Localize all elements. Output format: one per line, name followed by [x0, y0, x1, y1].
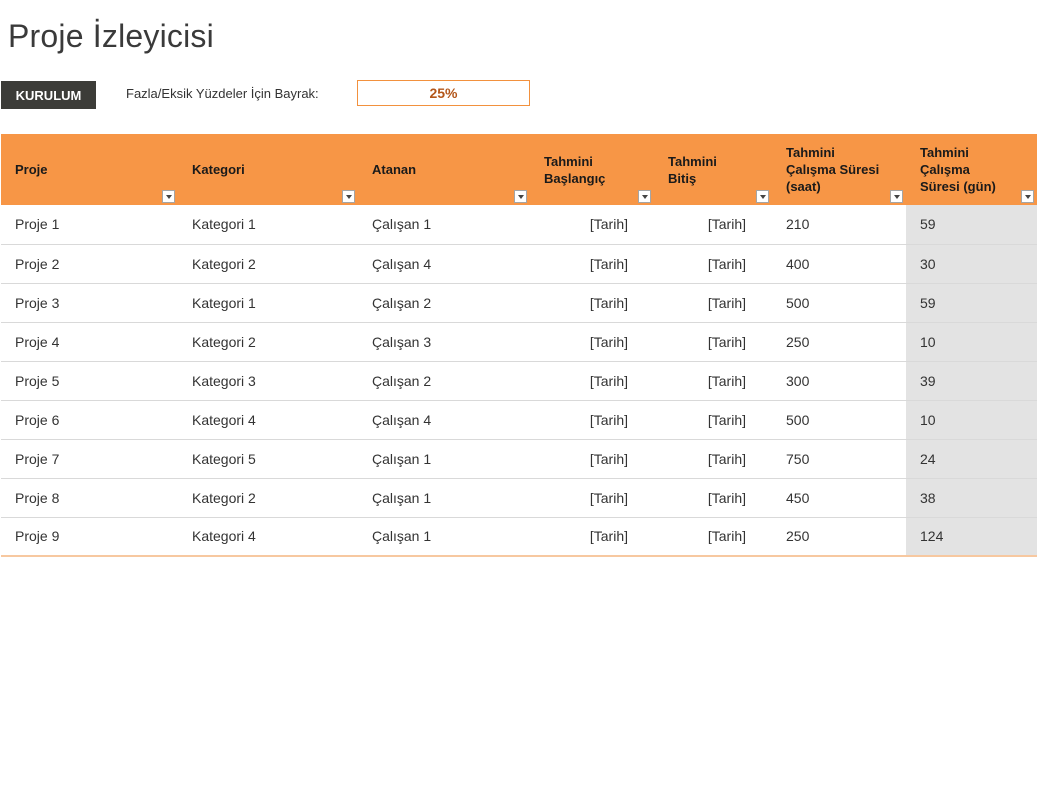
est-hours-cell[interactable]: 300	[772, 361, 906, 401]
assignee-cell[interactable]: Çalışan 1	[358, 205, 530, 245]
est-start-cell[interactable]: [Tarih]	[530, 361, 654, 401]
flag-label: Fazla/Eksik Yüzdeler İçin Bayrak:	[126, 86, 319, 101]
est-end-cell[interactable]: [Tarih]	[654, 361, 772, 401]
column-header-category: Kategori	[178, 134, 358, 205]
table-row: Proje 6 Kategori 4 Çalışan 4 [Tarih] [Tarih]…	[1, 400, 1037, 440]
table-row: Proje 4 Kategori 2 Çalışan 3 [Tarih] [Tarih]…	[1, 322, 1037, 362]
filter-dropdown-icon[interactable]	[162, 190, 175, 203]
est-days-cell[interactable]: 30	[906, 244, 1037, 284]
project-cell[interactable]: Proje 8	[1, 478, 178, 518]
table-row: Proje 1 Kategori 1 Çalışan 1 [Tarih] [Tarih]…	[1, 205, 1037, 245]
setup-button[interactable]: KURULUM	[1, 81, 96, 109]
est-end-cell[interactable]: [Tarih]	[654, 439, 772, 479]
filter-dropdown-icon[interactable]	[1021, 190, 1034, 203]
est-end-cell[interactable]: [Tarih]	[654, 244, 772, 284]
filter-dropdown-icon[interactable]	[514, 190, 527, 203]
est-hours-cell[interactable]: 250	[772, 322, 906, 362]
est-start-cell[interactable]: [Tarih]	[530, 205, 654, 245]
project-cell[interactable]: Proje 6	[1, 400, 178, 440]
category-cell[interactable]: Kategori 2	[178, 244, 358, 284]
project-cell[interactable]: Proje 5	[1, 361, 178, 401]
est-start-cell[interactable]: [Tarih]	[530, 478, 654, 518]
table-row: Proje 9 Kategori 4 Çalışan 1 [Tarih] [Tarih]…	[1, 517, 1037, 557]
column-header-est-hours: Tahmini Çalışma Süresi (saat)	[772, 134, 906, 205]
column-header-assignee: Atanan	[358, 134, 530, 205]
project-cell[interactable]: Proje 7	[1, 439, 178, 479]
assignee-cell[interactable]: Çalışan 2	[358, 283, 530, 323]
project-cell[interactable]: Proje 4	[1, 322, 178, 362]
est-hours-cell[interactable]: 500	[772, 283, 906, 323]
category-cell[interactable]: Kategori 5	[178, 439, 358, 479]
est-start-cell[interactable]: [Tarih]	[530, 322, 654, 362]
page-title: Proje İzleyicisi	[8, 18, 214, 54]
est-days-cell[interactable]: 38	[906, 478, 1037, 518]
filter-dropdown-icon[interactable]	[342, 190, 355, 203]
est-end-cell[interactable]: [Tarih]	[654, 478, 772, 518]
project-cell[interactable]: Proje 3	[1, 283, 178, 323]
column-header-est-start: Tahmini Başlangıç	[530, 134, 654, 205]
est-hours-cell[interactable]: 450	[772, 478, 906, 518]
assignee-cell[interactable]: Çalışan 1	[358, 478, 530, 518]
est-days-cell[interactable]: 10	[906, 322, 1037, 362]
project-table: Proje Kategori Atanan Tahmini Başlangıç …	[1, 134, 1037, 557]
est-end-cell[interactable]: [Tarih]	[654, 322, 772, 362]
est-days-cell[interactable]: 24	[906, 439, 1037, 479]
table-row: Proje 3 Kategori 1 Çalışan 2 [Tarih] [Tarih]…	[1, 283, 1037, 323]
filter-dropdown-icon[interactable]	[756, 190, 769, 203]
est-days-cell[interactable]: 59	[906, 205, 1037, 245]
assignee-cell[interactable]: Çalışan 4	[358, 244, 530, 284]
flag-percentage-input[interactable]	[357, 80, 530, 106]
category-cell[interactable]: Kategori 2	[178, 322, 358, 362]
est-start-cell[interactable]: [Tarih]	[530, 400, 654, 440]
assignee-cell[interactable]: Çalışan 4	[358, 400, 530, 440]
est-hours-cell[interactable]: 500	[772, 400, 906, 440]
assignee-cell[interactable]: Çalışan 1	[358, 439, 530, 479]
column-header-est-days: Tahmini Çalışma Süresi (gün)	[906, 134, 1037, 205]
project-cell[interactable]: Proje 2	[1, 244, 178, 284]
est-days-cell[interactable]: 39	[906, 361, 1037, 401]
column-header-est-end: Tahmini Bitiş	[654, 134, 772, 205]
category-cell[interactable]: Kategori 1	[178, 205, 358, 245]
est-start-cell[interactable]: [Tarih]	[530, 244, 654, 284]
project-cell[interactable]: Proje 1	[1, 205, 178, 245]
est-end-cell[interactable]: [Tarih]	[654, 283, 772, 323]
table-body: Proje 1 Kategori 1 Çalışan 1 [Tarih] [Tarih]…	[1, 205, 1037, 557]
filter-dropdown-icon[interactable]	[890, 190, 903, 203]
project-cell[interactable]: Proje 9	[1, 517, 178, 557]
category-cell[interactable]: Kategori 4	[178, 400, 358, 440]
est-hours-cell[interactable]: 210	[772, 205, 906, 245]
category-cell[interactable]: Kategori 3	[178, 361, 358, 401]
assignee-cell[interactable]: Çalışan 1	[358, 517, 530, 557]
est-end-cell[interactable]: [Tarih]	[654, 205, 772, 245]
est-start-cell[interactable]: [Tarih]	[530, 283, 654, 323]
filter-dropdown-icon[interactable]	[638, 190, 651, 203]
table-header-row: Proje Kategori Atanan Tahmini Başlangıç …	[1, 134, 1037, 205]
est-days-cell[interactable]: 10	[906, 400, 1037, 440]
category-cell[interactable]: Kategori 1	[178, 283, 358, 323]
est-hours-cell[interactable]: 250	[772, 517, 906, 557]
category-cell[interactable]: Kategori 4	[178, 517, 358, 557]
table-row: Proje 7 Kategori 5 Çalışan 1 [Tarih] [Tarih]…	[1, 439, 1037, 479]
category-cell[interactable]: Kategori 2	[178, 478, 358, 518]
column-header-project: Proje	[1, 134, 178, 205]
assignee-cell[interactable]: Çalışan 3	[358, 322, 530, 362]
est-end-cell[interactable]: [Tarih]	[654, 400, 772, 440]
est-hours-cell[interactable]: 400	[772, 244, 906, 284]
assignee-cell[interactable]: Çalışan 2	[358, 361, 530, 401]
est-hours-cell[interactable]: 750	[772, 439, 906, 479]
est-days-cell[interactable]: 124	[906, 517, 1037, 557]
table-row: Proje 8 Kategori 2 Çalışan 1 [Tarih] [Tarih]…	[1, 478, 1037, 518]
table-row: Proje 2 Kategori 2 Çalışan 4 [Tarih] [Tarih]…	[1, 244, 1037, 284]
project-table-container: Proje Kategori Atanan Tahmini Başlangıç …	[1, 134, 1037, 557]
est-start-cell[interactable]: [Tarih]	[530, 439, 654, 479]
est-days-cell[interactable]: 59	[906, 283, 1037, 323]
est-end-cell[interactable]: [Tarih]	[654, 517, 772, 557]
est-start-cell[interactable]: [Tarih]	[530, 517, 654, 557]
table-row: Proje 5 Kategori 3 Çalışan 2 [Tarih] [Tarih]…	[1, 361, 1037, 401]
